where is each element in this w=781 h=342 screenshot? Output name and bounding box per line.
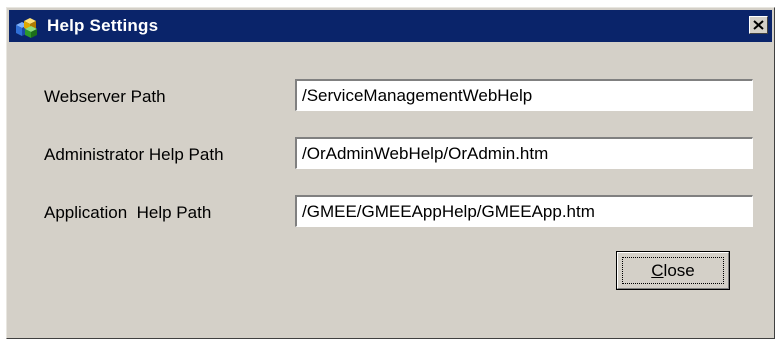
webserver-path-label: Webserver Path [44, 87, 166, 106]
administrator-help-path-label: Administrator Help Path [44, 145, 224, 164]
title-bar[interactable]: Help Settings [9, 10, 772, 42]
close-icon [753, 20, 764, 30]
app-cubes-icon [16, 18, 37, 38]
application-help-path-label: Application Help Path [44, 203, 212, 222]
application-help-path-field[interactable] [294, 194, 754, 228]
close-button[interactable]: Close [616, 251, 730, 290]
title-close-button[interactable] [749, 16, 768, 34]
webserver-path-field[interactable] [294, 78, 754, 112]
close-button-label: Close [651, 261, 695, 280]
administrator-help-path-field[interactable] [294, 136, 754, 170]
help-settings-dialog: Help Settings Webserver Path Administrat… [6, 7, 775, 339]
window-title: Help Settings [47, 16, 159, 35]
